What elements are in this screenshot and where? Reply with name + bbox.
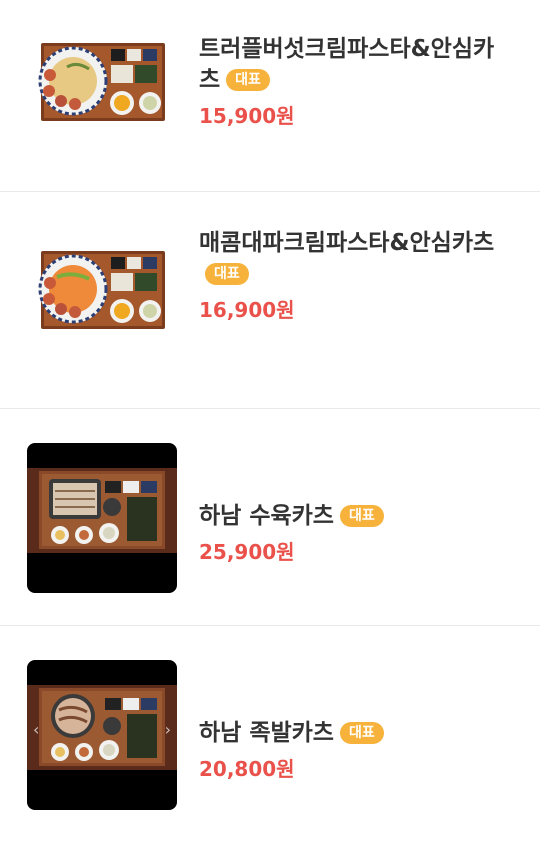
menu-item-info: 하남 수육카츠 대표 25,900원 <box>199 501 510 565</box>
food-tray-pasta-image <box>38 43 165 121</box>
menu-item-name: 하남 족발카츠 대표 <box>199 718 510 749</box>
menu-item-info: 하남 족발카츠 대표 20,800원 <box>199 718 510 782</box>
signature-badge: 대표 <box>226 69 270 91</box>
menu-item-info: 트러플버섯크림파스타&안심카츠 대표 15,900원 <box>199 34 510 129</box>
signature-badge: 대표 <box>205 263 249 285</box>
menu-item[interactable]: 매콤대파크림파스타&안심카츠대표 16,900원 <box>0 192 540 409</box>
signature-badge: 대표 <box>339 722 384 744</box>
menu-item-price: 20,800원 <box>199 757 295 781</box>
menu-item-name: 하남 수육카츠 대표 <box>199 501 510 532</box>
menu-item[interactable]: 하남 수육카츠 대표 25,900원 <box>0 409 540 626</box>
menu-item-image[interactable] <box>27 443 177 593</box>
menu-item[interactable]: 트러플버섯크림파스타&안심카츠 대표 15,900원 <box>0 0 540 192</box>
menu-item[interactable]: ‹ › 하남 족발카츠 대표 20,800원 <box>0 626 540 841</box>
food-tray-pork-image <box>27 468 177 553</box>
food-tray-pork-image <box>27 685 177 770</box>
signature-badge: 대표 <box>339 505 384 527</box>
carousel-prev-icon[interactable]: ‹ <box>33 720 39 739</box>
menu-item-name: 트러플버섯크림파스타&안심카츠 대표 <box>199 36 495 93</box>
menu-item-info: 매콤대파크림파스타&안심카츠대표 16,900원 <box>199 228 510 323</box>
food-tray-pasta-image <box>38 251 165 329</box>
menu-list: 트러플버섯크림파스타&안심카츠 대표 15,900원 매콤대파크림파스타&안심카… <box>0 0 540 841</box>
menu-item-name: 매콤대파크림파스타&안심카츠대표 <box>199 228 510 290</box>
menu-item-image[interactable]: ‹ › <box>27 660 177 810</box>
menu-item-price: 15,900원 <box>199 104 295 128</box>
menu-item-image[interactable] <box>27 237 177 387</box>
carousel-next-icon[interactable]: › <box>165 720 171 739</box>
menu-item-price: 25,900원 <box>199 540 295 564</box>
menu-item-price: 16,900원 <box>199 298 295 322</box>
menu-item-image[interactable] <box>27 37 177 187</box>
